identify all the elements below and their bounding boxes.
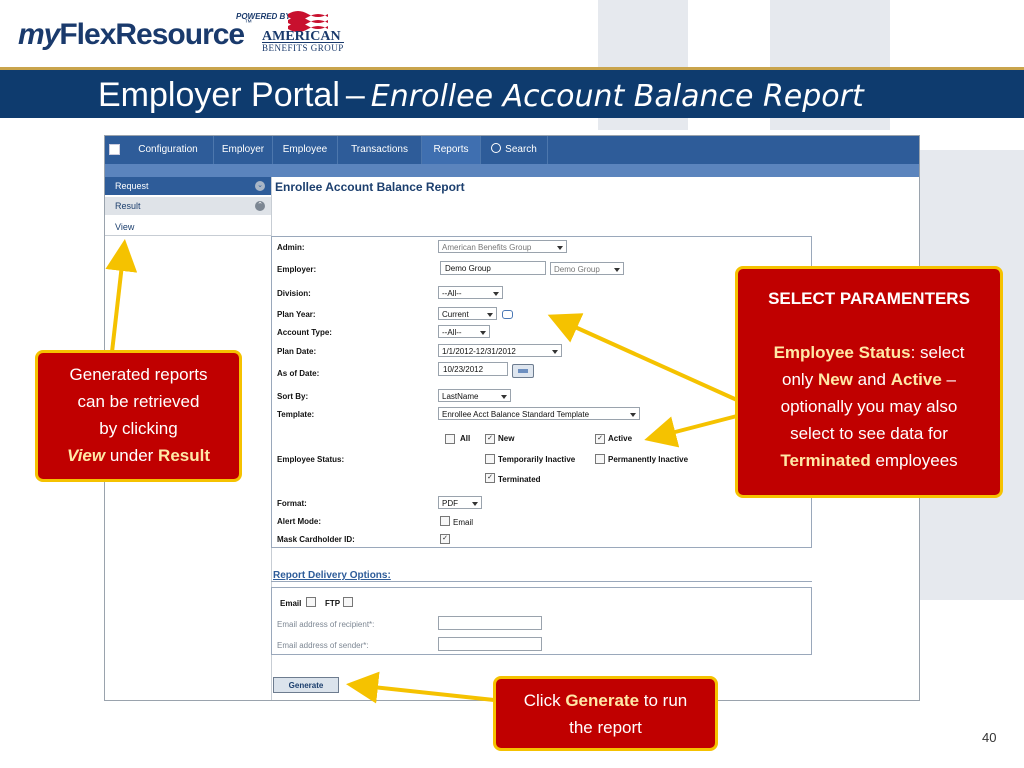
status-new-checkbox[interactable]: ✓ xyxy=(485,434,495,444)
account-type-label: Account Type: xyxy=(277,328,332,337)
american-benefits-logo: AMERICAN BENEFITS GROUP xyxy=(262,29,344,53)
page-number: 40 xyxy=(982,730,997,745)
title-bar: Employer Portal – Enrollee Account Balance… xyxy=(0,67,1024,118)
chevron-down-icon: ⌄ xyxy=(255,181,265,191)
slide-title: Employer Portal – Enrollee Account Balance… xyxy=(98,76,864,114)
account-type-select[interactable]: --All-- xyxy=(438,325,490,338)
tab-employer[interactable]: Employer xyxy=(214,136,273,164)
generate-button[interactable]: Generate xyxy=(273,677,339,693)
employee-status-label: Employee Status: xyxy=(277,455,345,464)
chevron-up-icon: ⌃ xyxy=(255,201,265,211)
admin-label: Admin: xyxy=(277,243,305,252)
status-terminated-checkbox[interactable]: ✓ xyxy=(485,473,495,483)
tab-transactions[interactable]: Transactions xyxy=(338,136,422,164)
recipient-label: Email address of recipient*: xyxy=(277,620,375,629)
info-icon[interactable] xyxy=(502,310,513,319)
calendar-icon[interactable] xyxy=(512,364,534,378)
as-of-date-label: As of Date: xyxy=(277,369,320,378)
delivery-email-label: Email xyxy=(280,599,302,608)
alert-mode-label: Alert Mode: xyxy=(277,517,321,526)
search-icon xyxy=(491,143,502,153)
alert-email-checkbox[interactable] xyxy=(440,516,450,526)
recipient-email-input[interactable] xyxy=(438,616,542,630)
delivery-ftp-label: FTP xyxy=(325,599,341,608)
status-temp-inactive-checkbox[interactable] xyxy=(485,454,495,464)
mask-cardholder-label: Mask Cardholder ID: xyxy=(277,535,355,544)
sort-by-label: Sort By: xyxy=(277,392,309,401)
format-label: Format: xyxy=(277,499,307,508)
delivery-options-form: Email FTP Email address of recipient*: E… xyxy=(271,587,812,655)
plan-date-label: Plan Date: xyxy=(277,347,317,356)
status-perm-inactive-checkbox[interactable] xyxy=(595,454,605,464)
callout-generate: Click Generate to run the report xyxy=(493,676,718,751)
division-label: Division: xyxy=(277,289,311,298)
tab-employee[interactable]: Employee xyxy=(273,136,338,164)
status-active-checkbox[interactable]: ✓ xyxy=(595,434,605,444)
delivery-divider xyxy=(271,581,812,582)
delivery-ftp-checkbox[interactable] xyxy=(343,597,353,607)
employer-label: Employer: xyxy=(277,265,317,274)
plan-date-select[interactable]: 1/1/2012-12/31/2012 xyxy=(438,344,562,357)
callout-select-parameters: SELECT PARAMENTERS Employee Status: sele… xyxy=(735,266,1003,498)
delivery-email-checkbox[interactable] xyxy=(306,597,316,607)
mask-cardholder-checkbox[interactable]: ✓ xyxy=(440,534,450,544)
sidebar-item-view[interactable]: View xyxy=(105,219,271,236)
status-new-label: New xyxy=(498,434,515,443)
sender-label: Email address of sender*: xyxy=(277,641,369,650)
callout-view-result: Generated reports can be retrieved by cl… xyxy=(35,350,242,482)
tab-configuration[interactable]: Configuration xyxy=(123,136,214,164)
alert-email-label: Email xyxy=(453,518,474,527)
sidebar-item-request[interactable]: Request ⌄ xyxy=(105,177,271,195)
sub-nav-strip xyxy=(105,164,919,177)
status-all-checkbox[interactable] xyxy=(445,434,455,444)
format-select[interactable]: PDF xyxy=(438,496,482,509)
tab-reports[interactable]: Reports xyxy=(422,136,481,164)
home-icon[interactable] xyxy=(109,144,120,155)
sidebar-item-result[interactable]: Result ⌃ xyxy=(105,197,271,215)
status-terminated-label: Terminated xyxy=(498,475,541,484)
plan-year-select[interactable]: Current xyxy=(438,307,497,320)
sender-email-input[interactable] xyxy=(438,637,542,651)
employer-select[interactable]: Demo Group xyxy=(550,262,624,275)
as-of-date-input[interactable]: 10/23/2012 xyxy=(438,362,508,376)
delivery-options-title: Report Delivery Options: xyxy=(273,570,391,581)
template-select[interactable]: Enrollee Acct Balance Standard Template xyxy=(438,407,640,420)
admin-select[interactable]: American Benefits Group xyxy=(438,240,567,253)
status-temp-inactive-label: Temporarily Inactive xyxy=(498,455,576,464)
plan-year-label: Plan Year: xyxy=(277,310,316,319)
division-select[interactable]: --All-- xyxy=(438,286,503,299)
employer-input[interactable]: Demo Group xyxy=(440,261,546,275)
status-perm-inactive-label: Permanently Inactive xyxy=(608,455,689,464)
top-nav: Configuration Employer Employee Transact… xyxy=(105,136,919,165)
myflexresource-logo: myFlexResource™ xyxy=(18,18,253,51)
template-label: Template: xyxy=(277,410,315,419)
status-all-label: All xyxy=(460,434,471,443)
powered-by-text: POWERED BY xyxy=(236,12,291,21)
tab-search[interactable]: Search xyxy=(481,136,548,164)
report-parameters-form: Admin: American Benefits Group Employer:… xyxy=(271,236,812,548)
status-active-label: Active xyxy=(608,434,633,443)
page-title: Enrollee Account Balance Report xyxy=(275,180,465,194)
sort-by-select[interactable]: LastName xyxy=(438,389,511,402)
